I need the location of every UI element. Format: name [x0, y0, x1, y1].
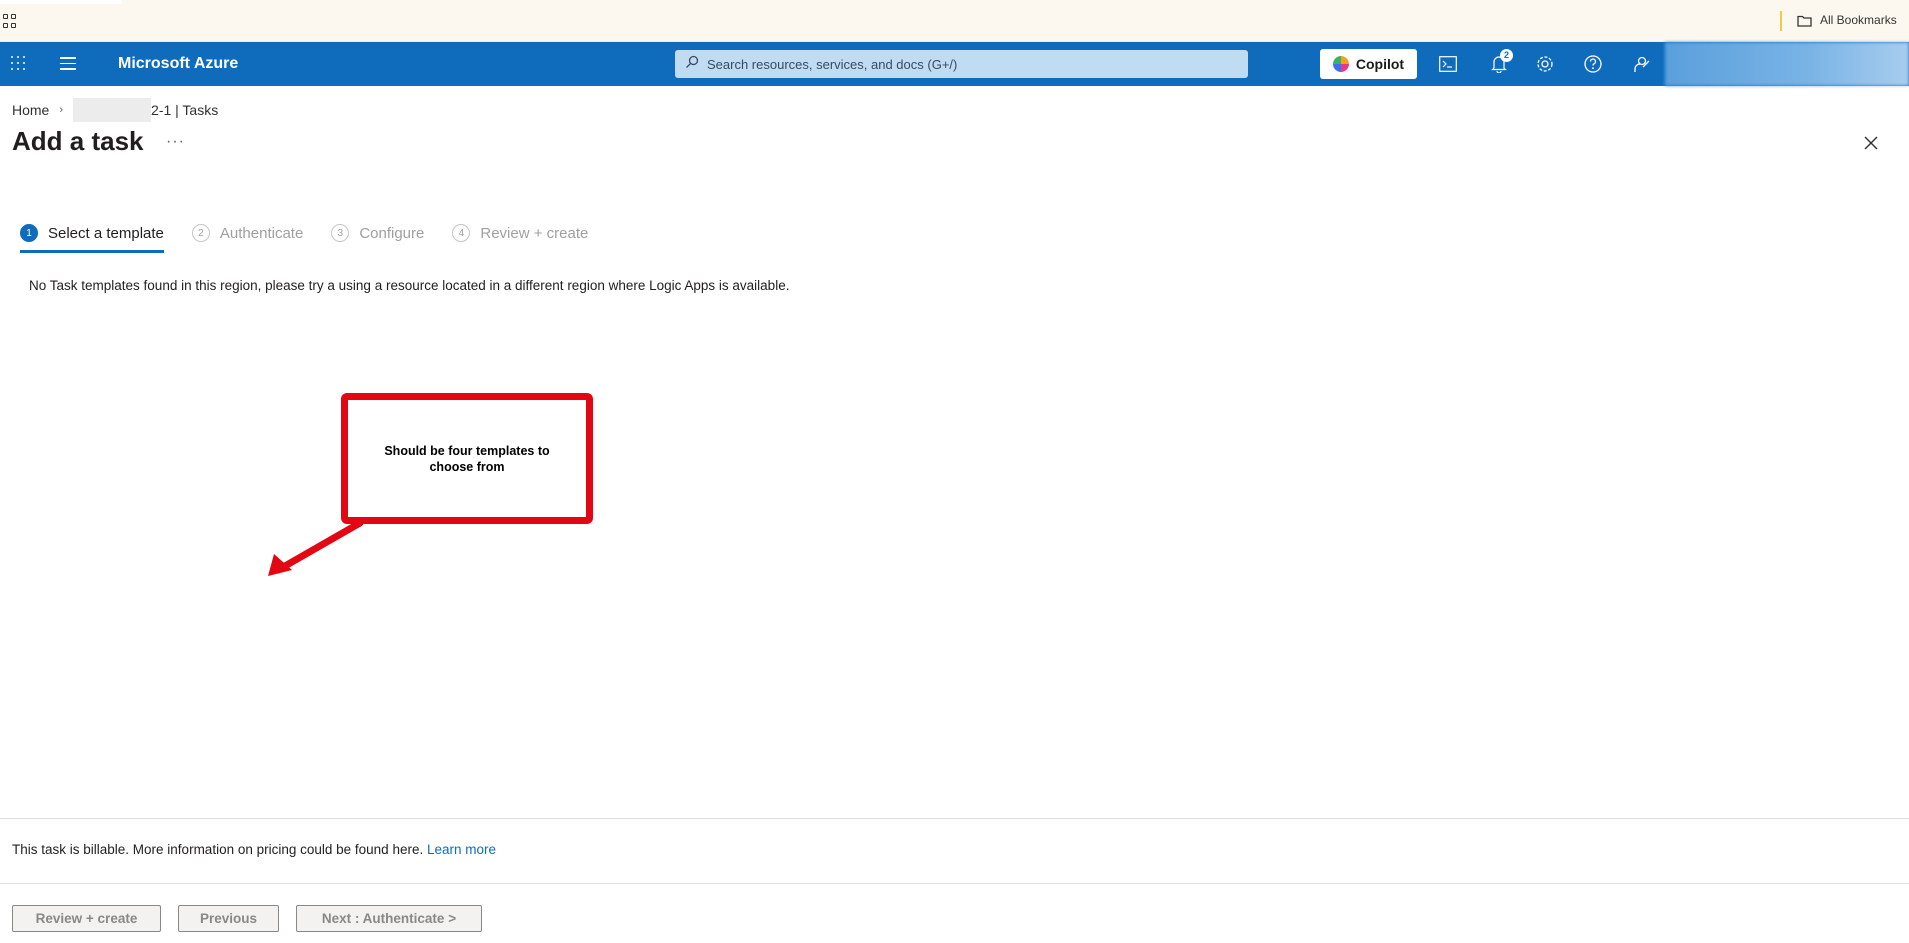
settings-gear-icon[interactable]	[1534, 53, 1556, 75]
annotation-arrow-icon	[268, 520, 364, 576]
step-label: Configure	[359, 224, 425, 242]
search-icon	[685, 55, 699, 74]
previous-button[interactable]: Previous	[178, 905, 279, 932]
annotation-callout: Should be four templates to choose from	[341, 393, 593, 524]
step-label: Authenticate	[219, 224, 304, 242]
close-icon[interactable]	[1860, 132, 1882, 154]
next-authenticate-button[interactable]: Next : Authenticate >	[296, 905, 482, 932]
tab-configure[interactable]: 3 Configure	[331, 217, 424, 249]
search-input[interactable]	[707, 56, 1227, 72]
all-bookmarks-button[interactable]: All Bookmarks	[1797, 13, 1897, 27]
copilot-label: Copilot	[1355, 56, 1405, 72]
app-launcher-icon[interactable]	[11, 56, 25, 70]
copilot-icon	[1332, 56, 1349, 72]
apps-grid-icon[interactable]	[3, 14, 17, 28]
footer-divider	[0, 883, 1909, 884]
portal-brand[interactable]: Microsoft Azure	[118, 55, 238, 73]
azure-top-bar: Microsoft Azure Copilot 2	[0, 42, 1909, 86]
portal-menu-icon[interactable]	[60, 57, 76, 74]
bookmarks-separator	[1780, 11, 1782, 31]
step-label: Select a template	[48, 224, 164, 242]
footer-divider	[0, 818, 1909, 819]
copilot-button[interactable]: Copilot	[1320, 49, 1417, 79]
breadcrumb-home[interactable]: Home	[12, 102, 49, 118]
tab-review-create[interactable]: 4 Review + create	[452, 217, 588, 249]
notifications-icon[interactable]: 2	[1488, 49, 1513, 75]
notifications-badge: 2	[1500, 49, 1513, 62]
cloud-shell-icon[interactable]	[1437, 53, 1459, 75]
tab-strip-fragment	[0, 0, 122, 4]
page-title: Add a task	[12, 126, 144, 156]
tab-authenticate[interactable]: 2 Authenticate	[191, 217, 304, 249]
chevron-right-icon: ›	[59, 104, 64, 116]
redacted-resource-name	[73, 98, 152, 122]
learn-more-link[interactable]: Learn more	[427, 842, 496, 857]
step-number: 3	[331, 224, 350, 242]
all-bookmarks-label: All Bookmarks	[1820, 13, 1897, 27]
feedback-icon[interactable]	[1630, 53, 1652, 75]
breadcrumb-resource[interactable]: 2-1 | Tasks	[151, 102, 218, 118]
step-number: 2	[191, 224, 210, 242]
more-options-button[interactable]: ···	[166, 133, 185, 151]
global-search[interactable]	[675, 50, 1248, 78]
account-menu-redacted[interactable]	[1665, 42, 1909, 86]
step-label: Review + create	[480, 224, 589, 242]
annotation-text: Should be four templates to choose from	[384, 443, 550, 474]
no-templates-message: No Task templates found in this region, …	[29, 278, 790, 293]
bookmarks-bar: All Bookmarks	[0, 0, 1909, 42]
billing-notice: This task is billable. More information …	[12, 842, 496, 857]
wizard-steps: 1 Select a template 2 Authenticate 3 Con…	[20, 216, 616, 253]
help-icon[interactable]	[1582, 53, 1604, 75]
tab-select-template[interactable]: 1 Select a template	[20, 217, 164, 253]
review-create-button[interactable]: Review + create	[12, 905, 161, 932]
folder-icon	[1797, 14, 1812, 27]
step-number: 1	[20, 224, 38, 242]
billing-text: This task is billable. More information …	[12, 842, 424, 857]
breadcrumb: Home › 2-1 | Tasks	[12, 98, 218, 122]
step-number: 4	[452, 224, 471, 242]
